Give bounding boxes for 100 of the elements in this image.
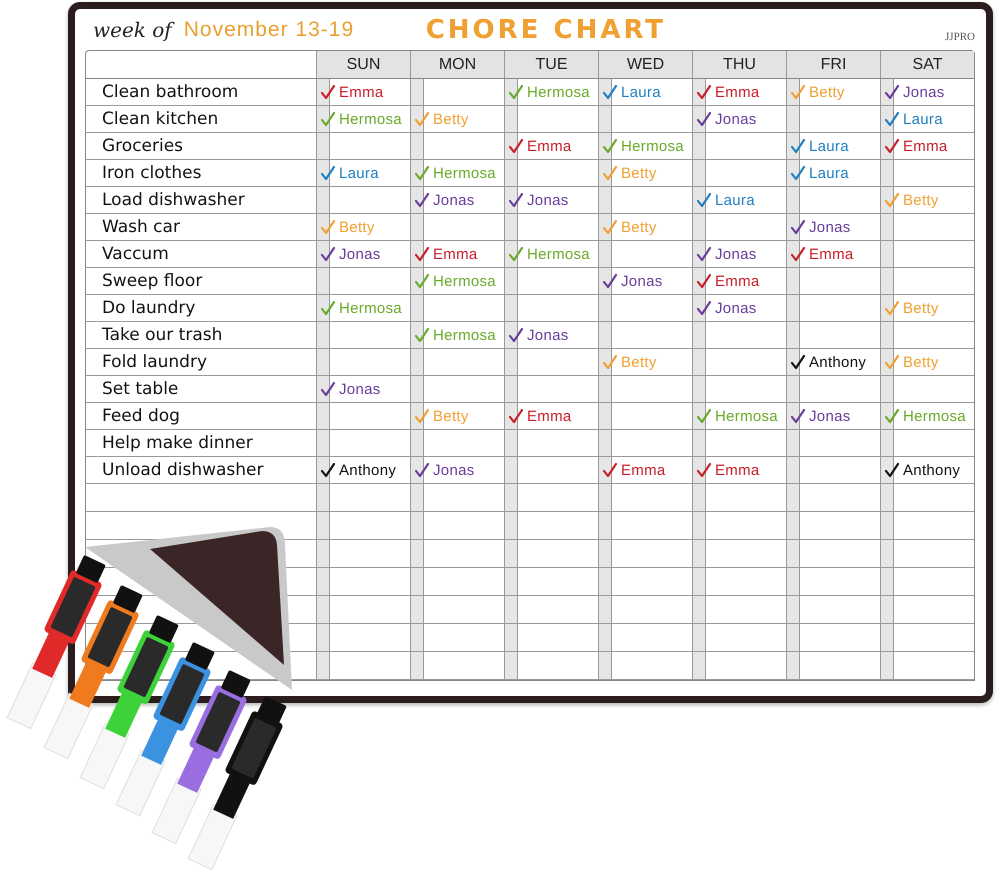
person-name: Laura — [715, 192, 755, 208]
check-icon — [414, 246, 430, 262]
person-name: Betty — [621, 354, 657, 370]
check-icon — [414, 165, 430, 181]
check-icon — [602, 354, 618, 370]
week-dates: November 13-19 — [184, 18, 356, 42]
check-icon — [790, 138, 806, 154]
person-name: Hermosa — [527, 246, 590, 262]
check-icon — [508, 246, 524, 262]
person-name: Laura — [621, 84, 661, 100]
person-name: Laura — [809, 164, 849, 182]
check-icon — [320, 246, 336, 262]
day-header: WED — [598, 51, 692, 79]
check-icon — [602, 273, 618, 289]
check-icon — [414, 408, 430, 424]
check-icon — [696, 462, 712, 478]
week-label: week of — [93, 18, 172, 42]
person-name: Emma — [527, 408, 572, 424]
check-icon — [790, 219, 806, 235]
check-icon — [884, 84, 900, 100]
person-name: Hermosa — [621, 138, 684, 154]
check-icon — [696, 273, 712, 289]
check-icon — [696, 192, 712, 208]
person-name: Emma — [621, 462, 666, 478]
check-icon — [320, 462, 336, 478]
check-icon — [508, 192, 524, 208]
check-icon — [696, 408, 712, 424]
person-name: Betty — [621, 218, 657, 236]
person-name: Betty — [621, 164, 657, 182]
person-name: Emma — [339, 84, 384, 100]
check-icon — [884, 354, 900, 370]
check-icon — [414, 327, 430, 343]
person-name: Betty — [809, 84, 845, 100]
person-name: Hermosa — [527, 84, 590, 100]
check-icon — [414, 111, 430, 127]
check-icon — [884, 111, 900, 127]
person-name: Hermosa — [433, 272, 496, 290]
person-name: Laura — [339, 164, 379, 182]
person-name: Jonas — [527, 326, 569, 344]
check-icon — [508, 327, 524, 343]
person-name: Hermosa — [339, 110, 402, 128]
check-icon — [602, 138, 618, 154]
person-name: Jonas — [621, 272, 663, 290]
person-name: Betty — [339, 218, 375, 236]
person-name: Hermosa — [715, 408, 778, 424]
person-name: Emma — [527, 138, 572, 154]
person-name: Jonas — [433, 192, 475, 208]
check-icon — [320, 111, 336, 127]
check-icon — [320, 165, 336, 181]
check-icon — [508, 84, 524, 100]
person-name: Betty — [903, 192, 939, 208]
person-name: Betty — [903, 300, 939, 316]
person-name: Emma — [715, 272, 760, 290]
day-header: FRI — [786, 51, 880, 79]
check-icon — [602, 462, 618, 478]
person-name: Hermosa — [339, 300, 402, 316]
person-name: Emma — [433, 246, 478, 262]
chart-title: CHORE CHART — [426, 14, 666, 44]
check-icon — [414, 192, 430, 208]
check-icon — [790, 246, 806, 262]
check-icon — [696, 246, 712, 262]
day-header: SAT — [880, 51, 974, 79]
person-name: Emma — [715, 84, 760, 100]
check-icon — [790, 354, 806, 370]
person-name: Jonas — [809, 408, 851, 424]
person-name: Anthony — [903, 462, 960, 478]
check-icon — [884, 462, 900, 478]
check-icon — [884, 408, 900, 424]
check-icon — [602, 219, 618, 235]
check-icon — [508, 138, 524, 154]
check-icon — [790, 165, 806, 181]
check-icon — [884, 138, 900, 154]
check-icon — [320, 300, 336, 316]
check-icon — [414, 273, 430, 289]
check-icon — [414, 462, 430, 478]
person-name: Betty — [903, 354, 939, 370]
check-icon — [320, 219, 336, 235]
check-icon — [602, 165, 618, 181]
person-name: Emma — [809, 246, 854, 262]
person-name: Emma — [903, 138, 948, 154]
check-icon — [884, 192, 900, 208]
day-header: THU — [692, 51, 786, 79]
check-icon — [696, 300, 712, 316]
person-name: Anthony — [809, 354, 866, 370]
person-name: Jonas — [715, 246, 757, 262]
person-name: Jonas — [433, 462, 475, 478]
person-name: Jonas — [339, 246, 381, 262]
check-icon — [884, 300, 900, 316]
person-name: Anthony — [339, 462, 396, 478]
check-icon — [508, 408, 524, 424]
person-name: Jonas — [339, 380, 381, 398]
brand-logo: JJPRO — [945, 30, 975, 42]
check-icon — [790, 84, 806, 100]
check-icon — [320, 84, 336, 100]
day-header: MON — [410, 51, 504, 79]
person-name: Hermosa — [433, 164, 496, 182]
check-icon — [696, 84, 712, 100]
person-name: Betty — [433, 408, 469, 424]
person-name: Hermosa — [433, 326, 496, 344]
check-icon — [696, 111, 712, 127]
